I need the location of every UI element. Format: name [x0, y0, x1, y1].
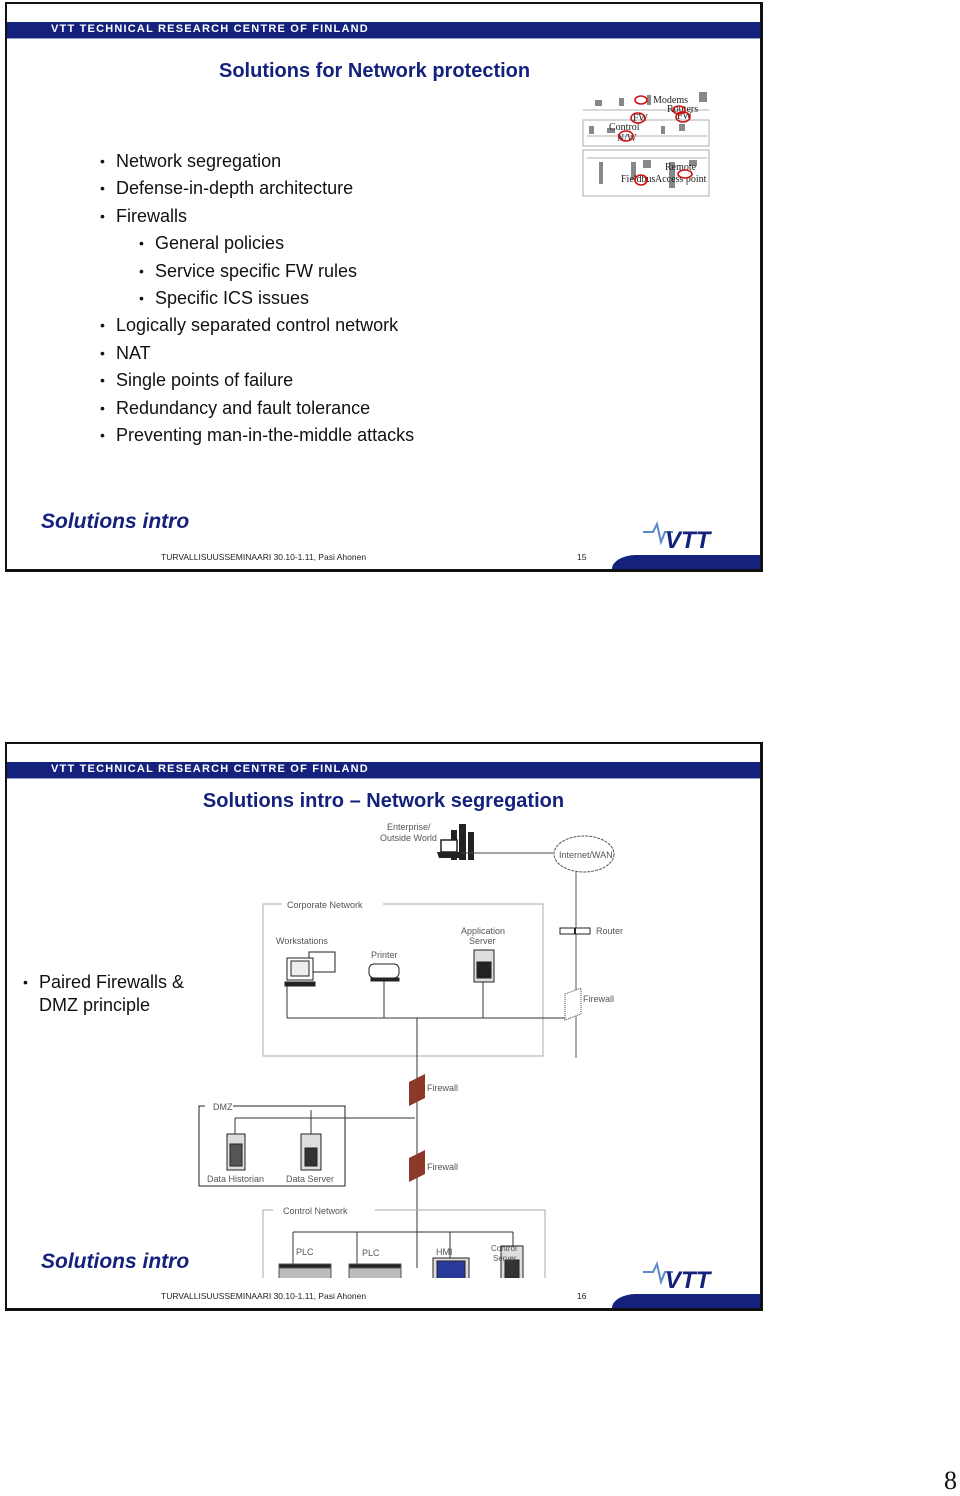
slide-title: Solutions for Network protection [219, 60, 531, 82]
laptop-icon [437, 839, 461, 858]
workstations-icon [284, 951, 336, 987]
vtt-logo: VTT [643, 1261, 713, 1292]
page-number: 8 [944, 1466, 957, 1495]
label-data-historian: Data Historian [207, 1174, 264, 1184]
plc-icon [278, 1263, 332, 1278]
footer-swoosh [612, 555, 760, 569]
bullet-dot: • [100, 372, 105, 389]
label-corporate-network: Corporate Network [287, 900, 363, 910]
footer-text: TURVALLISUUSSEMINAARI 30.10-1.11, Pasi A… [161, 552, 367, 562]
network-segregation-diagram: Enterprise/ Outside World Internet/WAN C… [198, 822, 623, 1278]
org-banner: VTT TECHNICAL RESEARCH CENTRE OF FINLAND [7, 22, 760, 39]
ics-network-diagram: Modems Routers FW FW Control N/W Remote … [582, 92, 710, 197]
device-icon [643, 160, 651, 168]
label-firewall-lower: Firewall [427, 1162, 458, 1172]
label-data-server: Data Server [286, 1174, 334, 1184]
label-plc-2: PLC [362, 1248, 380, 1258]
sub-bullet-item: • General policies [116, 230, 414, 257]
label-server: Server [493, 1254, 517, 1263]
label-application: Application [461, 926, 505, 936]
firewall-icon [409, 1074, 425, 1106]
bullet-dot: • [100, 180, 105, 197]
device-icon [699, 92, 707, 102]
label-server: Server [469, 936, 496, 946]
bullet-continuation: DMZ principle [39, 995, 151, 1015]
slide-16: VTT TECHNICAL RESEARCH CENTRE OF FINLAND… [5, 742, 763, 1311]
label-access-point: Access point [655, 174, 707, 185]
label-firewall-middle: Firewall [427, 1083, 458, 1093]
svg-text:VTT: VTT [665, 527, 713, 552]
data-server-icon [300, 1133, 322, 1171]
bullet-dot: • [139, 262, 144, 279]
highlight-circle [634, 95, 648, 105]
section-label: Solutions intro [41, 1250, 190, 1273]
bullet-item: • Paired Firewalls & [23, 972, 185, 992]
bullet-dot: • [100, 153, 105, 169]
sub-bullet-item: • Specific ICS issues [116, 285, 414, 312]
label-control-network: Control Network [283, 1206, 348, 1216]
org-banner-text: VTT TECHNICAL RESEARCH CENTRE OF FINLAND [51, 763, 369, 775]
sub-bullet-item: • Service specific FW rules [116, 258, 414, 285]
label-firewall-corporate: Firewall [583, 994, 614, 1004]
label-enterprise: Enterprise/ [387, 822, 431, 832]
device-icon [661, 126, 665, 134]
label-control: Control [491, 1244, 517, 1253]
firewall-icon [409, 1150, 425, 1182]
vtt-logo: VTT [643, 521, 713, 552]
computer-icon [595, 100, 602, 106]
bullet-item: • Firewalls [100, 203, 414, 230]
bullet-item: • Single points of failure [100, 367, 414, 394]
printer-icon [368, 963, 400, 982]
slide-number: 16 [577, 1291, 587, 1301]
footer-text: TURVALLISUUSSEMINAARI 30.10-1.11, Pasi A… [161, 1291, 367, 1301]
hmi-icon [432, 1257, 470, 1278]
slide-number: 15 [577, 552, 587, 562]
router-icon [559, 927, 591, 935]
label-plc-1: PLC [296, 1247, 314, 1257]
bullet-item: • Preventing man-in-the-middle attacks [100, 422, 414, 449]
bullet-item: • Logically separated control network [100, 312, 414, 339]
label-dmz: DMZ [213, 1102, 233, 1112]
bullet-dot: • [139, 289, 144, 306]
footer-swoosh [612, 1294, 760, 1308]
bullet-item: • Network segregation [100, 148, 414, 175]
plc-icon [348, 1263, 402, 1278]
firewall-icon [564, 987, 582, 1021]
device-icon [599, 162, 603, 184]
org-banner-text: VTT TECHNICAL RESEARCH CENTRE OF FINLAND [51, 23, 369, 35]
bullet-dot: • [100, 207, 105, 224]
bullet-dot: • [100, 399, 105, 416]
label-workstations: Workstations [276, 936, 328, 946]
bullet-dot: • [100, 317, 105, 334]
bullet-list: • Paired Firewalls & DMZ principle [23, 971, 185, 1017]
slide-title: Solutions intro – Network segregation [202, 790, 565, 812]
label-hmi: HMI [436, 1247, 453, 1257]
org-banner: VTT TECHNICAL RESEARCH CENTRE OF FINLAND [7, 762, 760, 779]
bullet-dot: • [100, 426, 105, 443]
bullet-item: • NAT [100, 340, 414, 367]
device-icon [619, 98, 624, 106]
section-label: Solutions intro [41, 510, 190, 533]
label-router: Router [596, 926, 623, 936]
bullet-dot: • [100, 344, 105, 361]
bullet-dot: • [139, 235, 144, 252]
server-icon [589, 126, 594, 134]
bullet-list: • Network segregation • Defense-in-depth a… [100, 148, 414, 449]
slide-15: VTT TECHNICAL RESEARCH CENTRE OF FINLAND… [5, 2, 763, 572]
monitor-icon [679, 124, 685, 131]
label-internet-wan: Internet/WAN [559, 850, 613, 860]
bullet-item: • Defense-in-depth architecture [100, 175, 414, 202]
svg-text:VTT: VTT [665, 1267, 713, 1292]
label-printer: Printer [371, 950, 398, 960]
bullet-dot: • [23, 974, 28, 990]
data-historian-icon [226, 1133, 246, 1171]
label-outside-world: Outside World [380, 833, 437, 843]
application-server-icon [473, 949, 495, 983]
bullet-item: • Redundancy and fault tolerance [100, 395, 414, 422]
